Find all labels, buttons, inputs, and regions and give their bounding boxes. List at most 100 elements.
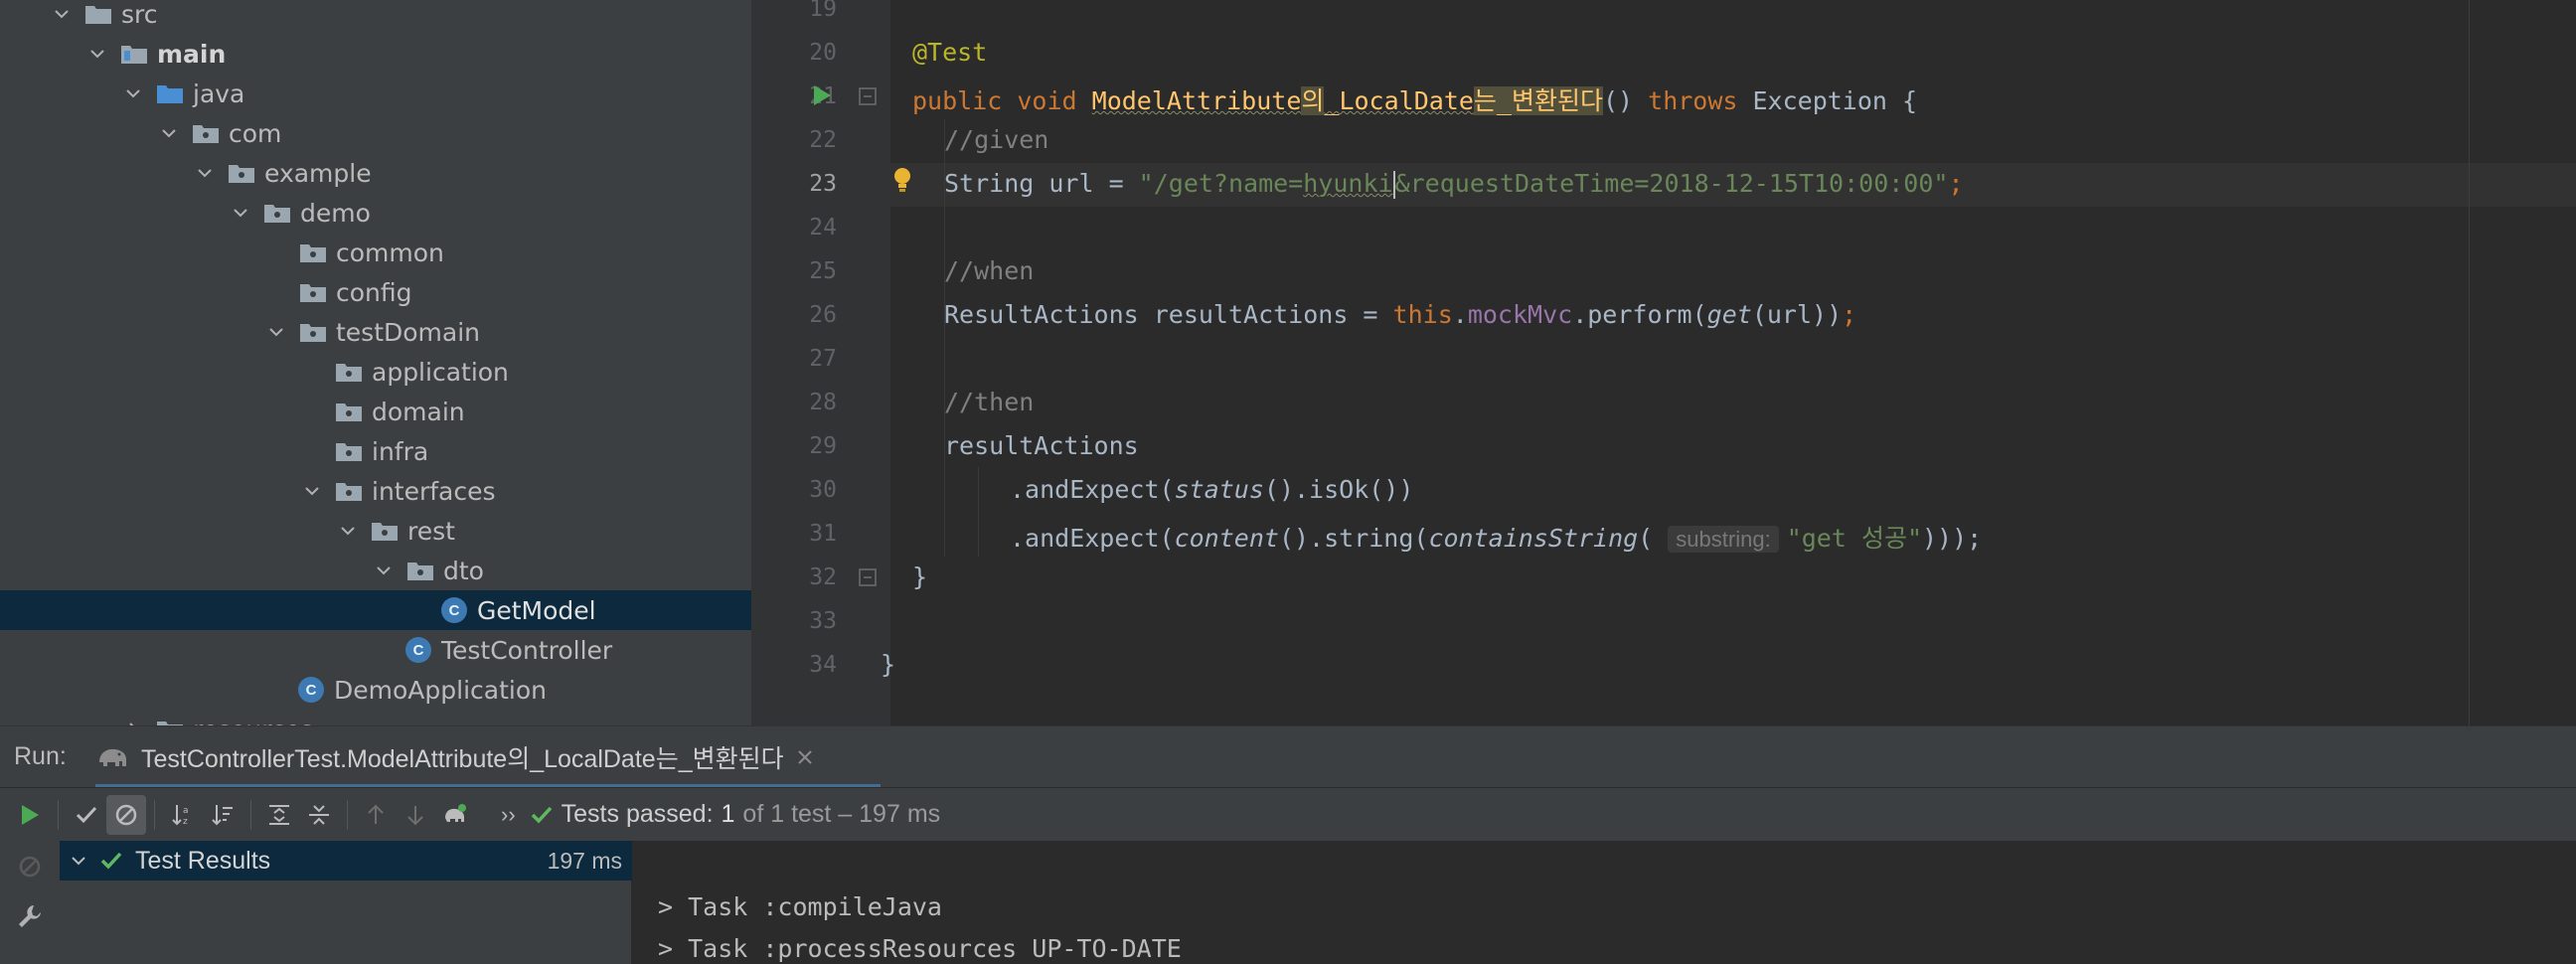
source-folder-icon xyxy=(155,81,185,105)
code-line-34[interactable]: } xyxy=(881,650,895,679)
fold-open-icon[interactable] xyxy=(859,87,877,105)
chevron-down-icon[interactable] xyxy=(300,479,324,503)
code-line-32[interactable]: } xyxy=(912,562,927,591)
tree-item-label: com xyxy=(229,118,282,148)
code-static-call: get xyxy=(1706,300,1752,329)
code-line-29[interactable]: resultActions xyxy=(944,431,1139,460)
test-results-label: Test Results xyxy=(135,846,271,875)
tree-item-config[interactable]: config xyxy=(0,272,751,312)
tree-item-main[interactable]: main xyxy=(0,34,751,74)
package-icon xyxy=(298,280,328,304)
code-line-23[interactable]: String url = "/get?name=hyunki&requestDa… xyxy=(944,169,1964,199)
show-ignored-icon[interactable] xyxy=(106,794,146,835)
code-line-28[interactable]: //then xyxy=(944,388,1034,416)
tree-item-example[interactable]: example xyxy=(0,153,751,193)
tree-item-infra[interactable]: infra xyxy=(0,431,751,471)
tree-item-label: demo xyxy=(300,198,371,228)
lightbulb-icon[interactable] xyxy=(890,165,914,195)
chevron-down-icon[interactable] xyxy=(50,2,74,26)
code-token: "/get?name= xyxy=(1138,169,1304,198)
chevron-down-icon[interactable] xyxy=(229,201,252,225)
tree-item-getmodel[interactable]: C GetModel xyxy=(0,590,751,630)
next-failed-test-icon[interactable] xyxy=(396,795,435,835)
code-line-26[interactable]: ResultActions resultActions = this.mockM… xyxy=(944,300,1856,329)
code-token: String url = xyxy=(944,169,1139,198)
toolbar-separator xyxy=(58,799,59,830)
tree-item-demoapplication[interactable]: C DemoApplication xyxy=(0,670,751,710)
chevron-down-icon[interactable] xyxy=(70,852,87,870)
tree-item-domain[interactable]: domain xyxy=(0,392,751,431)
test-results-row[interactable]: Test Results 197 ms xyxy=(60,841,632,881)
tree-item-common[interactable]: common xyxy=(0,233,751,272)
tree-item-interfaces[interactable]: interfaces xyxy=(0,471,751,511)
package-icon xyxy=(227,161,256,185)
code-token: . xyxy=(1452,300,1468,329)
toolbar-overflow[interactable]: ›› xyxy=(501,802,516,828)
tree-item-src[interactable]: src xyxy=(0,0,751,34)
code-line-30[interactable]: .andExpect(status().isOk()) xyxy=(1010,475,1413,504)
tree-item-testdomain[interactable]: testDomain xyxy=(0,312,751,352)
rerun-icon[interactable] xyxy=(10,795,50,835)
code-comment: //given xyxy=(944,125,1049,154)
chevron-down-icon[interactable] xyxy=(193,161,217,185)
line-number: 20 xyxy=(809,40,837,66)
code-line-25[interactable]: //when xyxy=(944,256,1034,285)
code-line-20[interactable]: @Test xyxy=(912,38,987,67)
tree-item-rest[interactable]: rest xyxy=(0,511,751,551)
line-number: 25 xyxy=(809,258,837,284)
import-tests-icon[interactable] xyxy=(435,795,475,835)
stop-icon[interactable] xyxy=(16,853,44,881)
tree-item-application[interactable]: application xyxy=(0,352,751,392)
run-tab-title: TestControllerTest.ModelAttribute의_Local… xyxy=(141,745,784,773)
run-side-toolbar xyxy=(0,841,60,964)
chevron-right-icon[interactable] xyxy=(121,718,145,725)
code-editor[interactable]: 19202122232425262728293031323334 @Test p… xyxy=(751,0,2576,725)
tree-item-java[interactable]: java xyxy=(0,74,751,113)
previous-failed-test-icon[interactable] xyxy=(356,795,396,835)
text-caret xyxy=(1392,171,1395,199)
indent-guide xyxy=(978,467,979,557)
tree-item-label: src xyxy=(121,0,158,29)
console-output[interactable]: > Task :compileJava > Task :processResou… xyxy=(632,841,2576,964)
folder-icon xyxy=(155,718,185,725)
console-line: > Task :compileJava xyxy=(658,892,942,921)
chevron-down-icon[interactable] xyxy=(121,81,145,105)
sort-by-duration-icon[interactable] xyxy=(203,795,242,835)
code-line-31[interactable]: .andExpect(content().string(containsStri… xyxy=(1010,519,1982,555)
run-tab[interactable]: TestControllerTest.ModelAttribute의_Local… xyxy=(95,726,881,788)
chevron-down-icon[interactable] xyxy=(372,559,396,582)
expand-all-icon[interactable] xyxy=(259,795,299,835)
run-test-icon[interactable] xyxy=(811,83,833,107)
console-line: > Task :processResources UP-TO-DATE xyxy=(658,934,1182,963)
code-string: "get 성공" xyxy=(1786,524,1922,553)
code-field: mockMvc xyxy=(1467,300,1573,329)
code-string: "/get?name=hyunki&requestDateTime=2018-1… xyxy=(1138,169,1948,199)
collapse-all-icon[interactable] xyxy=(299,795,339,835)
tree-item-testcontroller[interactable]: C TestController xyxy=(0,630,751,670)
chevron-down-icon[interactable] xyxy=(264,320,288,344)
code-line-21[interactable]: public void ModelAttribute의_LocalDate는_변… xyxy=(912,81,1917,117)
chevron-down-icon[interactable] xyxy=(336,519,360,543)
fold-close-icon[interactable] xyxy=(859,568,877,586)
tree-item-demo[interactable]: demo xyxy=(0,193,751,233)
line-number: 31 xyxy=(809,521,837,547)
tree-item-resources[interactable]: resources xyxy=(0,710,751,725)
wrench-icon[interactable] xyxy=(16,902,44,930)
show-passed-icon[interactable] xyxy=(67,795,106,835)
sort-alphabetically-icon[interactable]: az xyxy=(163,795,203,835)
code-token: 는 xyxy=(1473,86,1497,115)
chevron-down-icon[interactable] xyxy=(85,42,109,66)
project-tree[interactable]: src main java com example demo common config tes… xyxy=(0,0,751,725)
right-margin-guide xyxy=(2469,0,2470,725)
close-icon[interactable] xyxy=(796,748,814,766)
code-line-22[interactable]: //given xyxy=(944,125,1048,154)
gradle-elephant-icon xyxy=(99,748,126,766)
test-results-tree[interactable]: Test Results 197 ms xyxy=(60,841,632,964)
tree-item-com[interactable]: com xyxy=(0,113,751,153)
tree-item-dto[interactable]: dto xyxy=(0,551,751,590)
chevron-down-icon[interactable] xyxy=(157,121,181,145)
